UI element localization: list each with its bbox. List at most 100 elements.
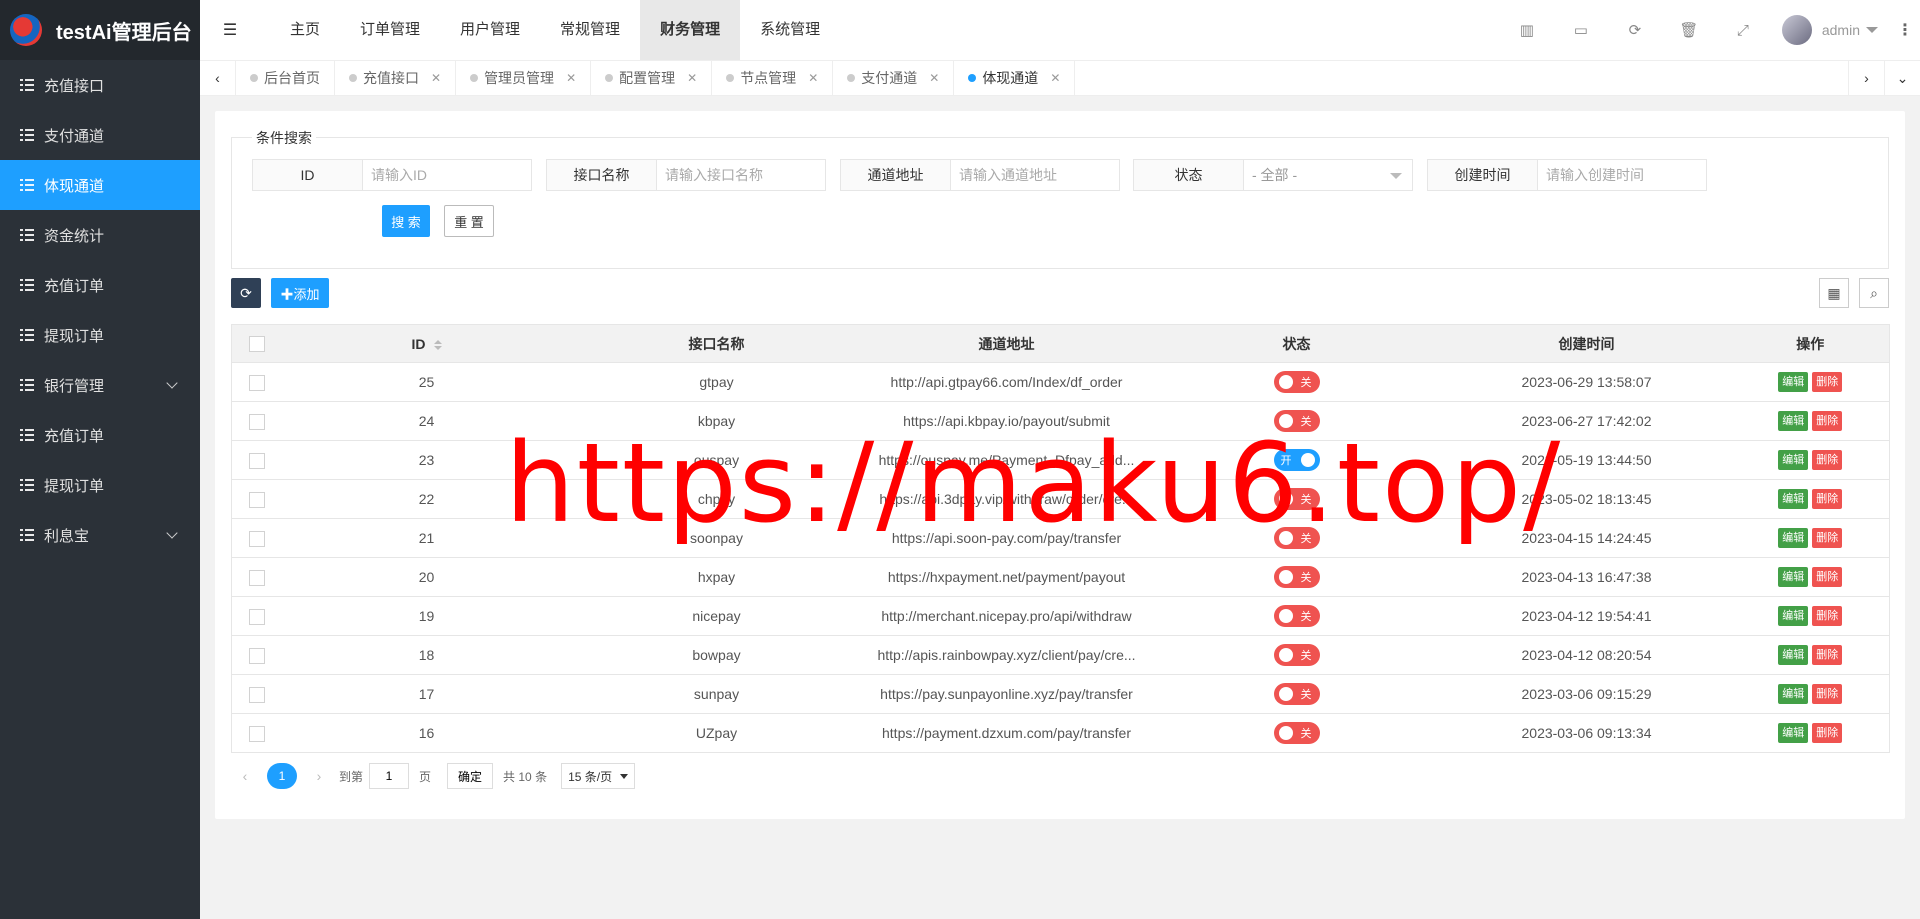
goto-confirm-button[interactable]: 确定 (447, 763, 494, 789)
tabs-right-arrow-icon[interactable]: › (1848, 60, 1884, 96)
sidebar-item[interactable]: 资金统计 (0, 210, 200, 260)
sidebar-item[interactable]: 支付通道 (0, 110, 200, 160)
row-checkbox[interactable] (248, 725, 265, 742)
sidebar-item[interactable]: 充值订单 (0, 260, 200, 310)
page-tab[interactable]: 后台首页 (236, 60, 335, 96)
tabs-left-arrow-icon[interactable]: ‹ (200, 60, 236, 96)
fullscreen-icon[interactable]: ⤢ (1716, 0, 1770, 60)
status-toggle[interactable]: 关 (1273, 644, 1320, 666)
page-tab[interactable]: 充值接口 ✕ (335, 60, 457, 96)
current-page[interactable]: 1 (267, 763, 297, 789)
refresh-button[interactable]: ⟳ (231, 278, 261, 308)
row-checkbox[interactable] (248, 608, 265, 625)
edit-button[interactable]: 编辑 (1778, 489, 1809, 509)
sidebar-item[interactable]: 充值订单 (0, 410, 200, 460)
edit-button[interactable]: 编辑 (1778, 411, 1809, 431)
sidebar-item[interactable]: 利息宝 (0, 510, 200, 560)
status-toggle[interactable]: 关 (1273, 410, 1320, 432)
sidebar-item[interactable]: 体现通道 (0, 160, 200, 210)
goto-page-input[interactable] (369, 763, 410, 789)
top-menu-item[interactable]: 订单管理 (340, 0, 440, 60)
top-menu-item[interactable]: 系统管理 (740, 0, 840, 60)
delete-button[interactable]: 删除 (1812, 489, 1843, 509)
row-checkbox[interactable] (248, 413, 265, 430)
prev-page-icon[interactable]: ‹ (231, 768, 259, 784)
search-button[interactable]: 搜 索 (382, 205, 430, 237)
select-all-checkbox[interactable] (248, 336, 265, 353)
reset-button[interactable]: 重 置 (444, 205, 494, 237)
tabs-dropdown-icon[interactable]: ⌄ (1884, 60, 1920, 96)
delete-button[interactable]: 删除 (1812, 567, 1843, 587)
sort-icon[interactable] (433, 339, 442, 350)
logo[interactable]: testAi管理后台 (0, 0, 200, 60)
sidebar-item[interactable]: 充值接口 (0, 60, 200, 110)
close-icon[interactable]: ✕ (687, 71, 697, 85)
close-icon[interactable]: ✕ (566, 71, 576, 85)
edit-button[interactable]: 编辑 (1778, 528, 1809, 548)
delete-button[interactable]: 删除 (1812, 723, 1843, 743)
status-toggle[interactable]: 关 (1273, 371, 1320, 393)
status-toggle[interactable]: 开 (1273, 449, 1320, 471)
status-toggle[interactable]: 关 (1273, 605, 1320, 627)
page-tab[interactable]: 配置管理 ✕ (591, 60, 713, 96)
status-toggle[interactable]: 关 (1273, 488, 1320, 510)
page-size-select[interactable]: 15 条/页 (561, 763, 636, 789)
delete-button[interactable]: 删除 (1812, 411, 1843, 431)
row-checkbox[interactable] (248, 374, 265, 391)
sidebar-item[interactable]: 银行管理 (0, 360, 200, 410)
row-checkbox[interactable] (248, 647, 265, 664)
filter-name-input[interactable] (657, 160, 825, 190)
top-menu-item[interactable]: 主页 (270, 0, 340, 60)
delete-button[interactable]: 删除 (1812, 528, 1843, 548)
page-tab[interactable]: 支付通道 ✕ (833, 60, 955, 96)
user-menu[interactable]: admin (1770, 15, 1890, 45)
delete-button[interactable]: 删除 (1812, 372, 1843, 392)
delete-button[interactable]: 删除 (1812, 450, 1843, 470)
card-icon[interactable]: ▭ (1554, 0, 1608, 60)
sidebar-item[interactable]: 提现订单 (0, 460, 200, 510)
edit-button[interactable]: 编辑 (1778, 372, 1809, 392)
row-checkbox[interactable] (248, 686, 265, 703)
status-toggle[interactable]: 关 (1273, 683, 1320, 705)
close-icon[interactable]: ✕ (1050, 71, 1060, 85)
close-icon[interactable]: ✕ (808, 71, 818, 85)
page-tab[interactable]: 体现通道 ✕ (954, 60, 1076, 96)
add-button[interactable]: ✚添加 (271, 278, 329, 308)
filter-url-input[interactable] (951, 160, 1119, 190)
row-checkbox[interactable] (248, 569, 265, 586)
edit-button[interactable]: 编辑 (1778, 567, 1809, 587)
top-menu-item[interactable]: 财务管理 (640, 0, 741, 60)
trash-icon[interactable]: 🗑 (1662, 0, 1716, 60)
filter-created-input[interactable] (1538, 160, 1706, 190)
more-vertical-icon[interactable]: ⋮ (1890, 20, 1920, 40)
chart-icon[interactable]: ▥ (1500, 0, 1554, 60)
status-toggle[interactable]: 关 (1273, 566, 1320, 588)
delete-button[interactable]: 删除 (1812, 645, 1843, 665)
top-menu-item[interactable]: 用户管理 (440, 0, 540, 60)
edit-button[interactable]: 编辑 (1778, 684, 1809, 704)
page-tab[interactable]: 节点管理 ✕ (712, 60, 834, 96)
filter-status-select[interactable]: - 全部 - (1244, 160, 1412, 190)
refresh-icon[interactable]: ⟳ (1608, 0, 1662, 60)
next-page-icon[interactable]: › (305, 768, 333, 784)
close-icon[interactable]: ✕ (431, 71, 441, 85)
row-checkbox[interactable] (248, 491, 265, 508)
columns-filter-button[interactable]: ▦ (1819, 278, 1849, 308)
close-icon[interactable]: ✕ (929, 71, 939, 85)
status-toggle[interactable]: 关 (1273, 527, 1320, 549)
menu-toggle-icon[interactable]: ☰ (200, 0, 260, 60)
edit-button[interactable]: 编辑 (1778, 645, 1809, 665)
status-toggle[interactable]: 关 (1273, 722, 1320, 744)
delete-button[interactable]: 删除 (1812, 606, 1843, 626)
row-checkbox[interactable] (248, 452, 265, 469)
top-menu-item[interactable]: 常规管理 (540, 0, 640, 60)
delete-button[interactable]: 删除 (1812, 684, 1843, 704)
page-tab[interactable]: 管理员管理 ✕ (456, 60, 592, 96)
edit-button[interactable]: 编辑 (1778, 606, 1809, 626)
sidebar-item[interactable]: 提现订单 (0, 310, 200, 360)
filter-id-input[interactable] (363, 160, 531, 190)
edit-button[interactable]: 编辑 (1778, 450, 1809, 470)
table-search-button[interactable]: ⌕ (1859, 278, 1889, 308)
col-id[interactable]: ID (281, 324, 572, 363)
edit-button[interactable]: 编辑 (1778, 723, 1809, 743)
